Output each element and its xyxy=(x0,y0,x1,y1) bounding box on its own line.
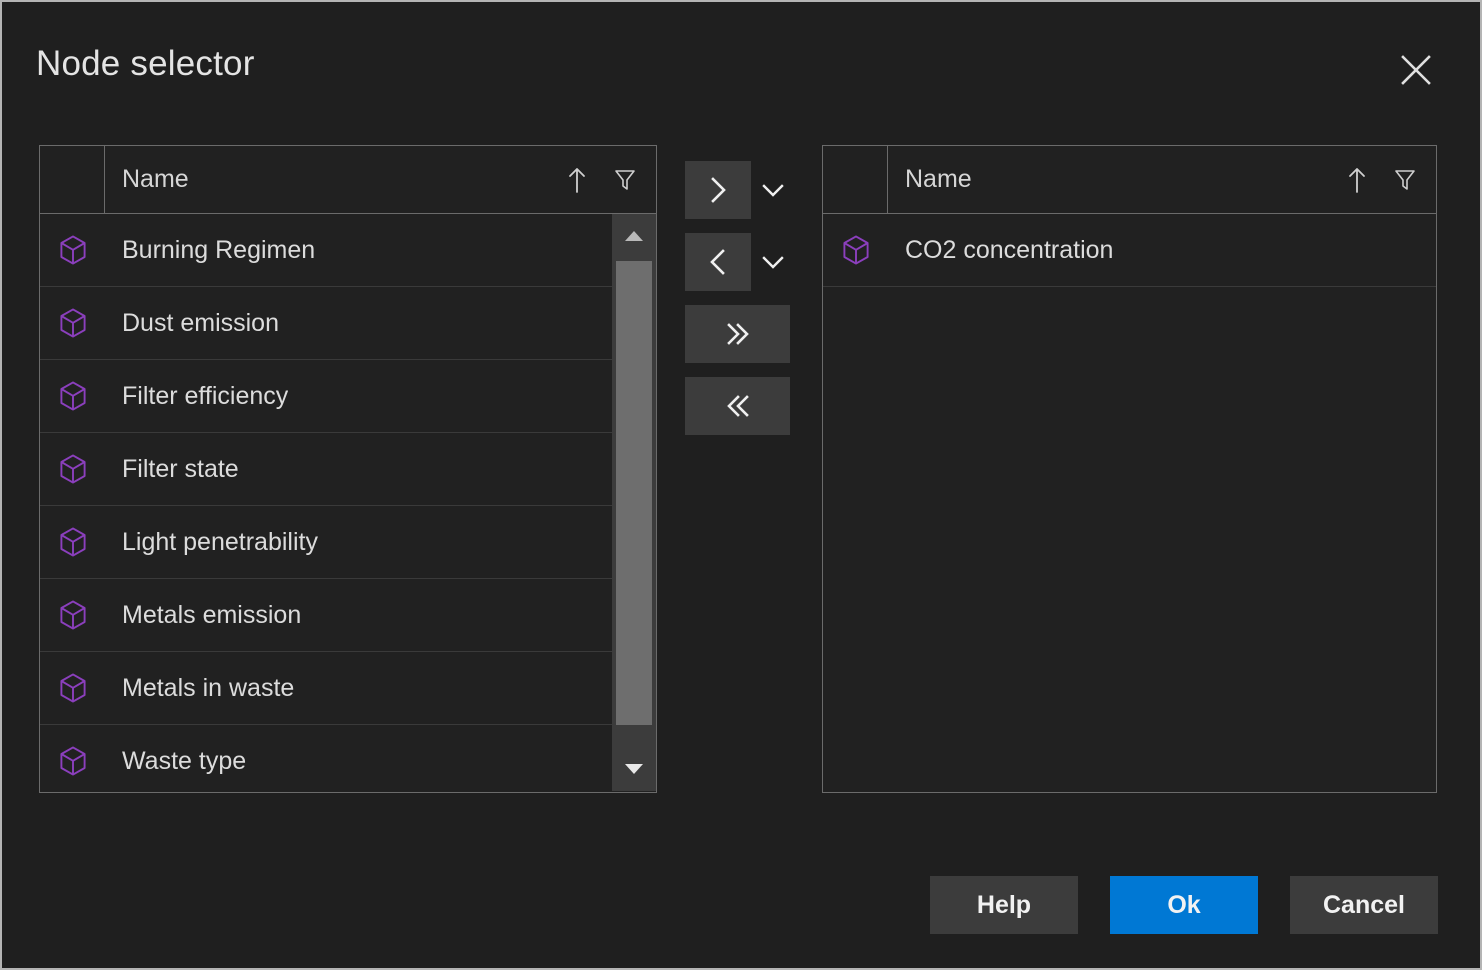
target-header-actions xyxy=(1344,166,1418,194)
transfer-button-group xyxy=(685,161,815,449)
selected-node-list-panel: Name xyxy=(822,145,1437,793)
list-item[interactable]: Burning Regimen xyxy=(40,214,612,287)
list-item[interactable]: Filter efficiency xyxy=(40,360,612,433)
scrollbar-track[interactable] xyxy=(612,258,656,747)
target-list-header: Name xyxy=(823,146,1436,214)
node-selector-dialog: Node selector Name xyxy=(0,0,1482,970)
list-item[interactable]: CO2 concentration xyxy=(823,214,1436,287)
list-item-label: Dust emission xyxy=(105,309,279,338)
list-item[interactable]: Metals in waste xyxy=(40,652,612,725)
close-icon[interactable] xyxy=(1396,50,1436,90)
add-all-row xyxy=(685,305,815,363)
cube-node-icon xyxy=(40,673,105,703)
cube-node-icon xyxy=(823,235,888,265)
add-selected-button[interactable] xyxy=(685,161,751,219)
cube-node-icon xyxy=(40,600,105,630)
cube-node-icon xyxy=(40,308,105,338)
list-item-label: Burning Regimen xyxy=(105,236,315,265)
dialog-titlebar: Node selector xyxy=(2,2,1480,122)
cube-node-icon xyxy=(40,527,105,557)
remove-row xyxy=(685,233,815,291)
target-name-column-header[interactable]: Name xyxy=(888,146,1436,213)
target-header-icon-column xyxy=(823,146,888,213)
sort-ascending-icon[interactable] xyxy=(564,166,590,194)
cube-node-icon xyxy=(40,746,105,776)
filter-funnel-icon[interactable] xyxy=(612,166,638,194)
source-header-icon-column xyxy=(40,146,105,213)
target-list-body: CO2 concentration xyxy=(823,214,1436,791)
list-item[interactable]: Metals emission xyxy=(40,579,612,652)
remove-options-chevron-down-icon[interactable] xyxy=(751,233,795,291)
scroll-up-arrow-icon[interactable] xyxy=(612,214,656,258)
add-options-chevron-down-icon[interactable] xyxy=(751,161,795,219)
scrollbar-thumb[interactable] xyxy=(616,261,652,725)
cube-node-icon xyxy=(40,454,105,484)
source-list-header: Name xyxy=(40,146,656,214)
remove-all-button[interactable] xyxy=(685,377,790,435)
source-header-actions xyxy=(564,166,638,194)
filter-funnel-icon[interactable] xyxy=(1392,166,1418,194)
target-column-header-label: Name xyxy=(905,165,972,194)
cube-node-icon xyxy=(40,381,105,411)
target-list-rows: CO2 concentration xyxy=(823,214,1436,287)
cancel-button[interactable]: Cancel xyxy=(1290,876,1438,934)
source-node-list-panel: Name xyxy=(39,145,657,793)
help-button[interactable]: Help xyxy=(930,876,1078,934)
list-item-label: CO2 concentration xyxy=(888,236,1113,265)
list-item[interactable]: Waste type xyxy=(40,725,612,791)
source-list-rows: Burning Regimen Dust emission xyxy=(40,214,612,791)
list-item-label: Filter efficiency xyxy=(105,382,288,411)
list-item-label: Waste type xyxy=(105,747,246,776)
remove-selected-button[interactable] xyxy=(685,233,751,291)
source-list-body: Burning Regimen Dust emission xyxy=(40,214,656,791)
list-item-label: Metals in waste xyxy=(105,674,294,703)
source-name-column-header[interactable]: Name xyxy=(105,146,656,213)
scroll-down-arrow-icon[interactable] xyxy=(612,747,656,791)
source-list-scrollbar[interactable] xyxy=(612,214,656,791)
source-column-header-label: Name xyxy=(122,165,189,194)
list-item[interactable]: Filter state xyxy=(40,433,612,506)
list-item-label: Metals emission xyxy=(105,601,301,630)
add-row xyxy=(685,161,815,219)
sort-ascending-icon[interactable] xyxy=(1344,166,1370,194)
add-all-button[interactable] xyxy=(685,305,790,363)
dialog-footer: Help Ok Cancel xyxy=(930,876,1438,934)
page-title: Node selector xyxy=(36,44,255,84)
list-item-label: Light penetrability xyxy=(105,528,318,557)
list-item[interactable]: Dust emission xyxy=(40,287,612,360)
ok-button[interactable]: Ok xyxy=(1110,876,1258,934)
remove-all-row xyxy=(685,377,815,435)
cube-node-icon xyxy=(40,235,105,265)
list-item[interactable]: Light penetrability xyxy=(40,506,612,579)
list-item-label: Filter state xyxy=(105,455,239,484)
